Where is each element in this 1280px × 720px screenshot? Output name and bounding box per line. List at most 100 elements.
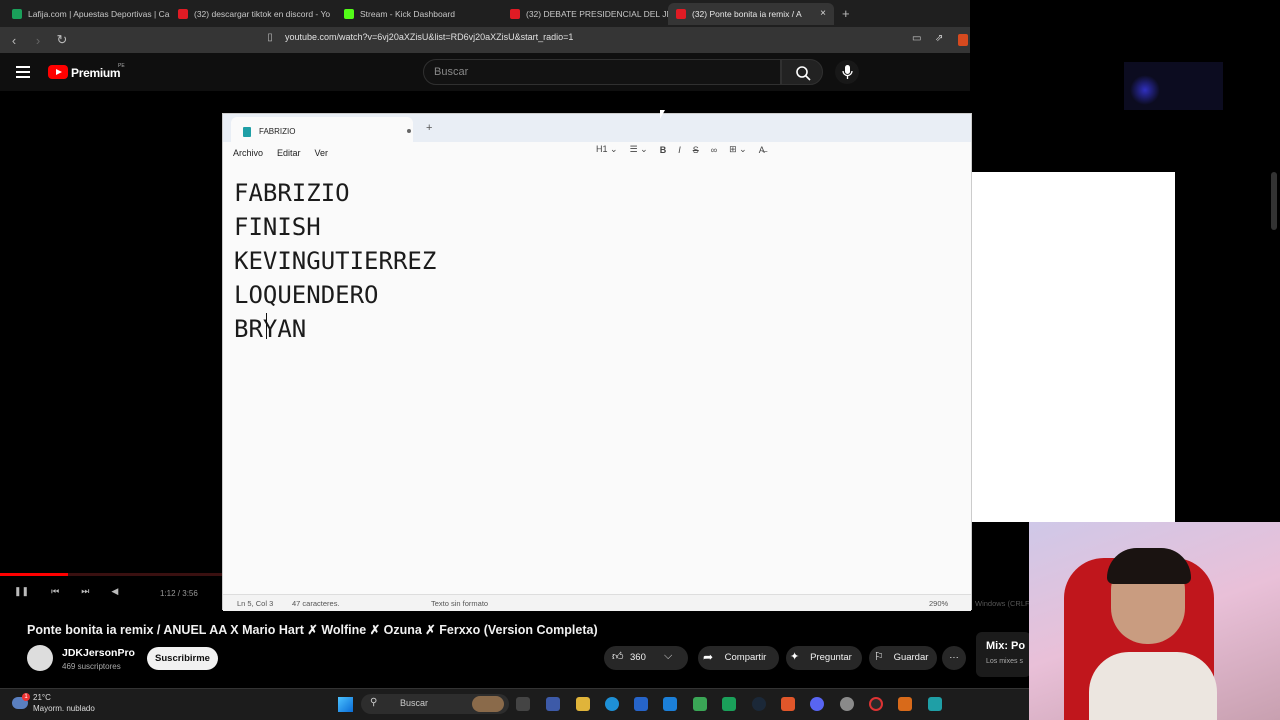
unsaved-indicator-icon[interactable] <box>407 129 411 133</box>
search-highlight-icon <box>472 696 504 712</box>
temperature: 21°C <box>33 693 51 702</box>
more-actions-button[interactable]: ··· <box>942 646 966 670</box>
weather-condition: Mayorm. nublado <box>33 704 95 713</box>
bookmark-save-icon: ⚐ <box>874 651 884 663</box>
text-line: KEVINGUTIERREZ <box>234 247 437 275</box>
time-display: 1:12 / 3:56 <box>160 589 198 598</box>
browser-tab[interactable]: (32) descargar tiktok en discord - Yo <box>170 3 336 25</box>
webcam-overlay <box>1029 522 1280 720</box>
discord-icon[interactable] <box>810 697 824 711</box>
browser-tab[interactable]: Lafija.com | Apuestas Deportivas | Ca <box>4 3 170 25</box>
sparkle-icon: ✦ <box>790 651 800 663</box>
search-button[interactable] <box>781 59 823 85</box>
app-icon[interactable] <box>722 697 736 711</box>
browser-tab-active[interactable]: (32) Ponte bonita ia remix / A × <box>668 2 834 25</box>
tab-favicon-icon <box>676 8 686 19</box>
youtube-brand[interactable]: Premium <box>71 66 121 80</box>
mix-title: Mix: Po <box>986 640 1026 652</box>
subscriber-count: 469 suscriptores <box>62 662 121 671</box>
like-count: 360 <box>630 652 646 663</box>
settings-icon[interactable] <box>840 697 854 711</box>
pause-icon[interactable]: ❚❚ <box>14 586 29 597</box>
app-icon[interactable] <box>693 697 707 711</box>
clear-format-icon[interactable]: A̶ <box>759 145 765 155</box>
tab-title: Lafija.com | Apuestas Deportivas | Ca <box>28 8 170 19</box>
thumbs-down-icon[interactable]: ⌵ <box>664 650 672 663</box>
channel-avatar[interactable] <box>27 645 53 671</box>
outlook-icon[interactable] <box>663 697 677 711</box>
extension-icon[interactable] <box>958 34 968 46</box>
mix-card[interactable] <box>976 632 1031 677</box>
table-icon[interactable]: ⊞ ⌄ <box>729 144 747 155</box>
search-input[interactable]: Buscar <box>423 59 781 85</box>
next-icon[interactable]: ⏭ <box>81 586 89 597</box>
subscribe-button[interactable]: Suscribirme <box>147 647 218 670</box>
video-progress-bar[interactable] <box>0 573 222 576</box>
menu-archivo[interactable]: Archivo <box>233 148 263 158</box>
menu-ver[interactable]: Ver <box>315 148 329 158</box>
tab-title: Stream - Kick Dashboard <box>360 8 455 19</box>
obs-icon[interactable] <box>869 697 883 711</box>
previous-icon[interactable]: ⏮ <box>51 586 59 597</box>
share-icon: ➦ <box>703 650 714 664</box>
text-line: LOQUENDERO <box>234 281 379 309</box>
address-bar: ‹ › ↻ ▯ youtube.com/watch?v=6vj20aXZisU&… <box>0 27 970 53</box>
browser-tab-strip: Lafija.com | Apuestas Deportivas | Ca (3… <box>0 0 970 27</box>
file-explorer-icon[interactable] <box>576 697 590 711</box>
forward-icon[interactable]: › <box>28 33 48 48</box>
heading-dropdown[interactable]: H1 ⌄ <box>596 144 618 155</box>
strikethrough-icon[interactable]: S <box>693 145 699 155</box>
url-field[interactable]: youtube.com/watch?v=6vj20aXZisU&list=RD6… <box>285 32 573 42</box>
character-count: 47 caracteres. <box>292 599 340 608</box>
bookmark-icon[interactable]: ▯ <box>260 32 280 43</box>
bold-icon[interactable]: B <box>660 145 667 155</box>
youtube-logo-icon[interactable] <box>48 65 68 79</box>
voice-search-button[interactable] <box>835 60 859 84</box>
cursor-position: Ln 5, Col 3 <box>237 599 274 608</box>
close-tab-icon[interactable]: × <box>820 8 826 19</box>
text-editor[interactable]: FABRIZIO FINISH KEVINGUTIERREZ LOQUENDER… <box>234 176 436 346</box>
task-view-icon[interactable] <box>516 697 530 711</box>
thumbs-up-icon: 👍︎ <box>612 651 624 663</box>
steam-icon[interactable] <box>752 697 766 711</box>
text-line: FINISH <box>234 213 321 241</box>
list-icon[interactable]: ☰ ⌄ <box>630 144 648 155</box>
new-tab-button[interactable]: + <box>842 6 850 21</box>
reload-icon[interactable]: ↻ <box>52 32 72 48</box>
channel-name[interactable]: JDKJersonPro <box>62 647 135 659</box>
volume-icon[interactable]: ◀ <box>111 586 118 597</box>
notepad-taskbar-icon[interactable] <box>928 697 942 711</box>
notepad-tab[interactable]: FABRIZIO <box>231 117 413 142</box>
notepad-new-tab-button[interactable]: + <box>426 122 432 134</box>
store-icon[interactable] <box>634 697 648 711</box>
scrollbar[interactable] <box>1271 172 1277 230</box>
brave-icon[interactable] <box>781 697 795 711</box>
menu-editar[interactable]: Editar <box>277 148 301 158</box>
line-ending: Windows (CRLF) <box>975 599 1033 608</box>
share-page-icon[interactable]: ⇗ <box>935 33 943 44</box>
edge-icon[interactable] <box>605 697 619 711</box>
text-line: BRYAN <box>234 315 307 343</box>
tab-title: (32) Ponte bonita ia remix / A <box>692 8 802 19</box>
italic-icon[interactable]: I <box>678 145 681 155</box>
browser-tab[interactable]: Stream - Kick Dashboard <box>336 3 502 25</box>
app-icon[interactable] <box>898 697 912 711</box>
notepad-icon <box>243 127 251 137</box>
link-icon[interactable]: ∞ <box>711 145 717 155</box>
start-icon[interactable] <box>338 697 353 712</box>
ask-label: Preguntar <box>810 652 852 663</box>
cast-icon[interactable]: ▭ <box>912 33 921 44</box>
notepad-tab-strip: FABRIZIO + <box>223 114 971 142</box>
back-icon[interactable]: ‹ <box>4 33 24 48</box>
app-icon[interactable] <box>546 697 560 711</box>
streamer-body <box>1089 652 1217 720</box>
mouse-cursor-icon <box>660 110 665 119</box>
region-code: PE <box>118 63 125 69</box>
menu-icon[interactable] <box>16 66 30 78</box>
save-label: Guardar <box>893 652 929 663</box>
notepad-status-bar: Ln 5, Col 3 47 caracteres. Texto sin for… <box>223 594 1032 611</box>
weather-widget[interactable]: 21°C Mayorm. nublado <box>33 692 95 714</box>
browser-tab[interactable]: (32) DEBATE PRESIDENCIAL DEL JNE <box>502 3 668 25</box>
video-title: Ponte bonita ia remix / ANUEL AA X Mario… <box>27 623 598 637</box>
tab-title: (32) descargar tiktok en discord - Yo <box>194 8 331 19</box>
